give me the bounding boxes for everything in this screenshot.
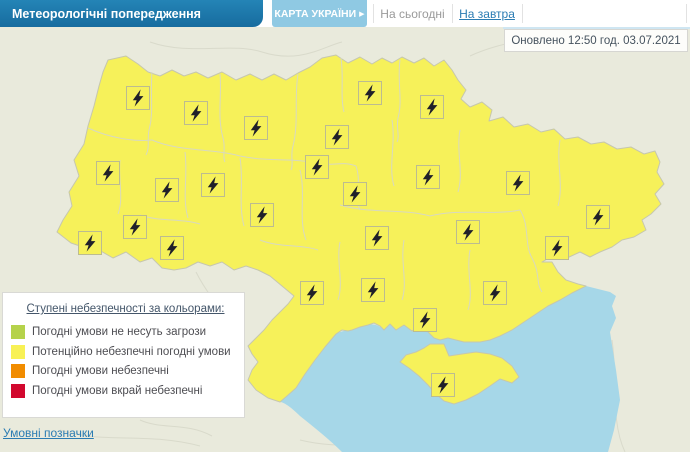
thunderstorm-warning-icon[interactable] [155,178,179,202]
thunderstorm-warning-icon[interactable] [305,155,329,179]
thunderstorm-warning-icon[interactable] [184,101,208,125]
header-bar: Метеорологічні попередження КАРТА УКРАЇН… [0,0,690,27]
thunderstorm-warning-icon[interactable] [420,95,444,119]
updated-timestamp-box: Оновлено 12:50 год. 03.07.2021 [504,29,688,52]
legend-box: Ступені небезпечності за кольорами: Пого… [2,292,245,418]
page-title: Метеорологічні попередження [12,6,201,21]
legend-color-swatch [11,364,25,378]
tab-divider [373,4,374,23]
thunderstorm-warning-icon[interactable] [96,161,120,185]
thunderstorm-warning-icon[interactable] [586,205,610,229]
thunderstorm-warning-icon[interactable] [361,278,385,302]
thunderstorm-warning-icon[interactable] [300,281,324,305]
legend-item: Потенційно небезпечні погодні умови [11,344,244,359]
thunderstorm-warning-icon[interactable] [250,203,274,227]
thunderstorm-warning-icon[interactable] [244,116,268,140]
tab-divider [452,4,453,23]
legend-color-swatch [11,383,25,398]
legend-item: Погодні умови вкрай небезпечні [11,383,244,398]
legend-item-label: Потенційно небезпечні погодні умови [32,345,231,358]
thunderstorm-warning-icon[interactable] [78,231,102,255]
legend-color-swatch [11,325,25,339]
thunderstorm-warning-icon[interactable] [506,171,530,195]
thunderstorm-warning-icon[interactable] [123,215,147,239]
symbols-link-wrap: Умовні позначки [3,426,94,440]
weather-warnings-page: Метеорологічні попередження КАРТА УКРАЇН… [0,0,690,452]
legend-item-label: Погодні умови вкрай небезпечні [32,384,203,397]
symbols-link[interactable]: Умовні позначки [3,426,94,440]
tab-divider [522,4,523,23]
legend-item-label: Погодні умови небезпечні [32,365,169,377]
thunderstorm-warning-icon[interactable] [201,173,225,197]
legend-item: Погодні умови небезпечні [11,364,244,378]
thunderstorm-warning-icon[interactable] [545,236,569,260]
legend-color-swatch [11,344,25,359]
thunderstorm-warning-icon[interactable] [456,220,480,244]
tab-map-of-ukraine[interactable]: КАРТА УКРАЇНИ ▶ [272,0,367,27]
thunderstorm-warning-icon[interactable] [483,281,507,305]
legend-title: Ступені небезпечності за кольорами: [26,303,225,315]
thunderstorm-warning-icon[interactable] [431,373,455,397]
arrow-right-icon: ▶ [359,10,365,18]
thunderstorm-warning-icon[interactable] [413,308,437,332]
thunderstorm-warning-icon[interactable] [343,182,367,206]
tomorrow-link[interactable]: На завтра [459,7,515,21]
thunderstorm-warning-icon[interactable] [325,125,349,149]
thunderstorm-warning-icon[interactable] [358,81,382,105]
legend-item: Погодні умови не несуть загрози [11,325,244,339]
thunderstorm-warning-icon[interactable] [365,226,389,250]
tab-tomorrow[interactable]: На завтра [452,0,522,27]
thunderstorm-warning-icon[interactable] [416,165,440,189]
tab-today[interactable]: На сьогодні [373,0,452,27]
legend-item-label: Погодні умови не несуть загрози [32,326,207,338]
app-title-block: Метеорологічні попередження [0,0,263,27]
tab-divider [686,4,687,23]
legend-items: Погодні умови не несуть загрози Потенційн… [11,325,244,398]
thunderstorm-warning-icon[interactable] [126,86,150,110]
thunderstorm-warning-icon[interactable] [160,236,184,260]
